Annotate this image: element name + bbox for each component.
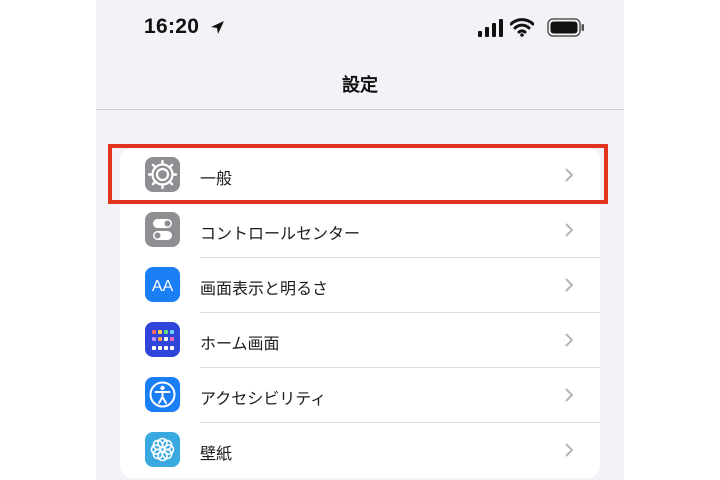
toggles-icon [145, 212, 180, 247]
settings-row-label: アクセシビリティ [200, 389, 327, 408]
location-arrow-icon [211, 21, 224, 34]
wifi-icon [510, 18, 534, 37]
accessibility-icon [145, 377, 180, 412]
settings-row-general[interactable]: 一般 [120, 148, 600, 203]
cellular-signal-icon [478, 19, 503, 37]
navigation-bar: 設定 [96, 58, 624, 110]
settings-row-wallpaper[interactable]: 壁紙 [120, 423, 600, 478]
settings-row-home-screen[interactable]: ホーム画面 [120, 313, 600, 368]
chevron-right-icon [565, 443, 573, 457]
page-title: 設定 [342, 75, 378, 96]
chevron-right-icon [565, 223, 573, 237]
chevron-right-icon [565, 388, 573, 402]
battery-icon [547, 18, 584, 37]
settings-row-display-brightness[interactable]: AA 画面表示と明るさ [120, 258, 600, 313]
status-time: 16:20 [144, 15, 200, 38]
status-bar: 16:20 [96, 0, 624, 58]
settings-row-label: ホーム画面 [200, 334, 280, 353]
flower-icon [145, 432, 180, 467]
settings-row-label: 画面表示と明るさ [200, 279, 329, 298]
chevron-right-icon [565, 333, 573, 347]
settings-row-label: 壁紙 [200, 444, 233, 463]
settings-row-accessibility[interactable]: アクセシビリティ [120, 368, 600, 423]
settings-row-control-center[interactable]: コントロールセンター [120, 203, 600, 258]
settings-row-label: 一般 [200, 169, 233, 188]
settings-list: 一般 コントロールセンター AA 画面表示と明るさ ホーム画面 アクセシビリティ… [120, 148, 600, 478]
text-size-icon-label: AA [152, 278, 174, 295]
chevron-right-icon [565, 168, 573, 182]
text-size-icon: AA [145, 267, 180, 302]
gear-icon [145, 157, 180, 192]
settings-row-label: コントロールセンター [200, 224, 361, 243]
settings-screen: 16:20 設定 一般 コントロールセンター AA 画面表示と明るさ ホーム画面… [96, 0, 624, 480]
app-grid-icon [145, 322, 180, 357]
chevron-right-icon [565, 278, 573, 292]
